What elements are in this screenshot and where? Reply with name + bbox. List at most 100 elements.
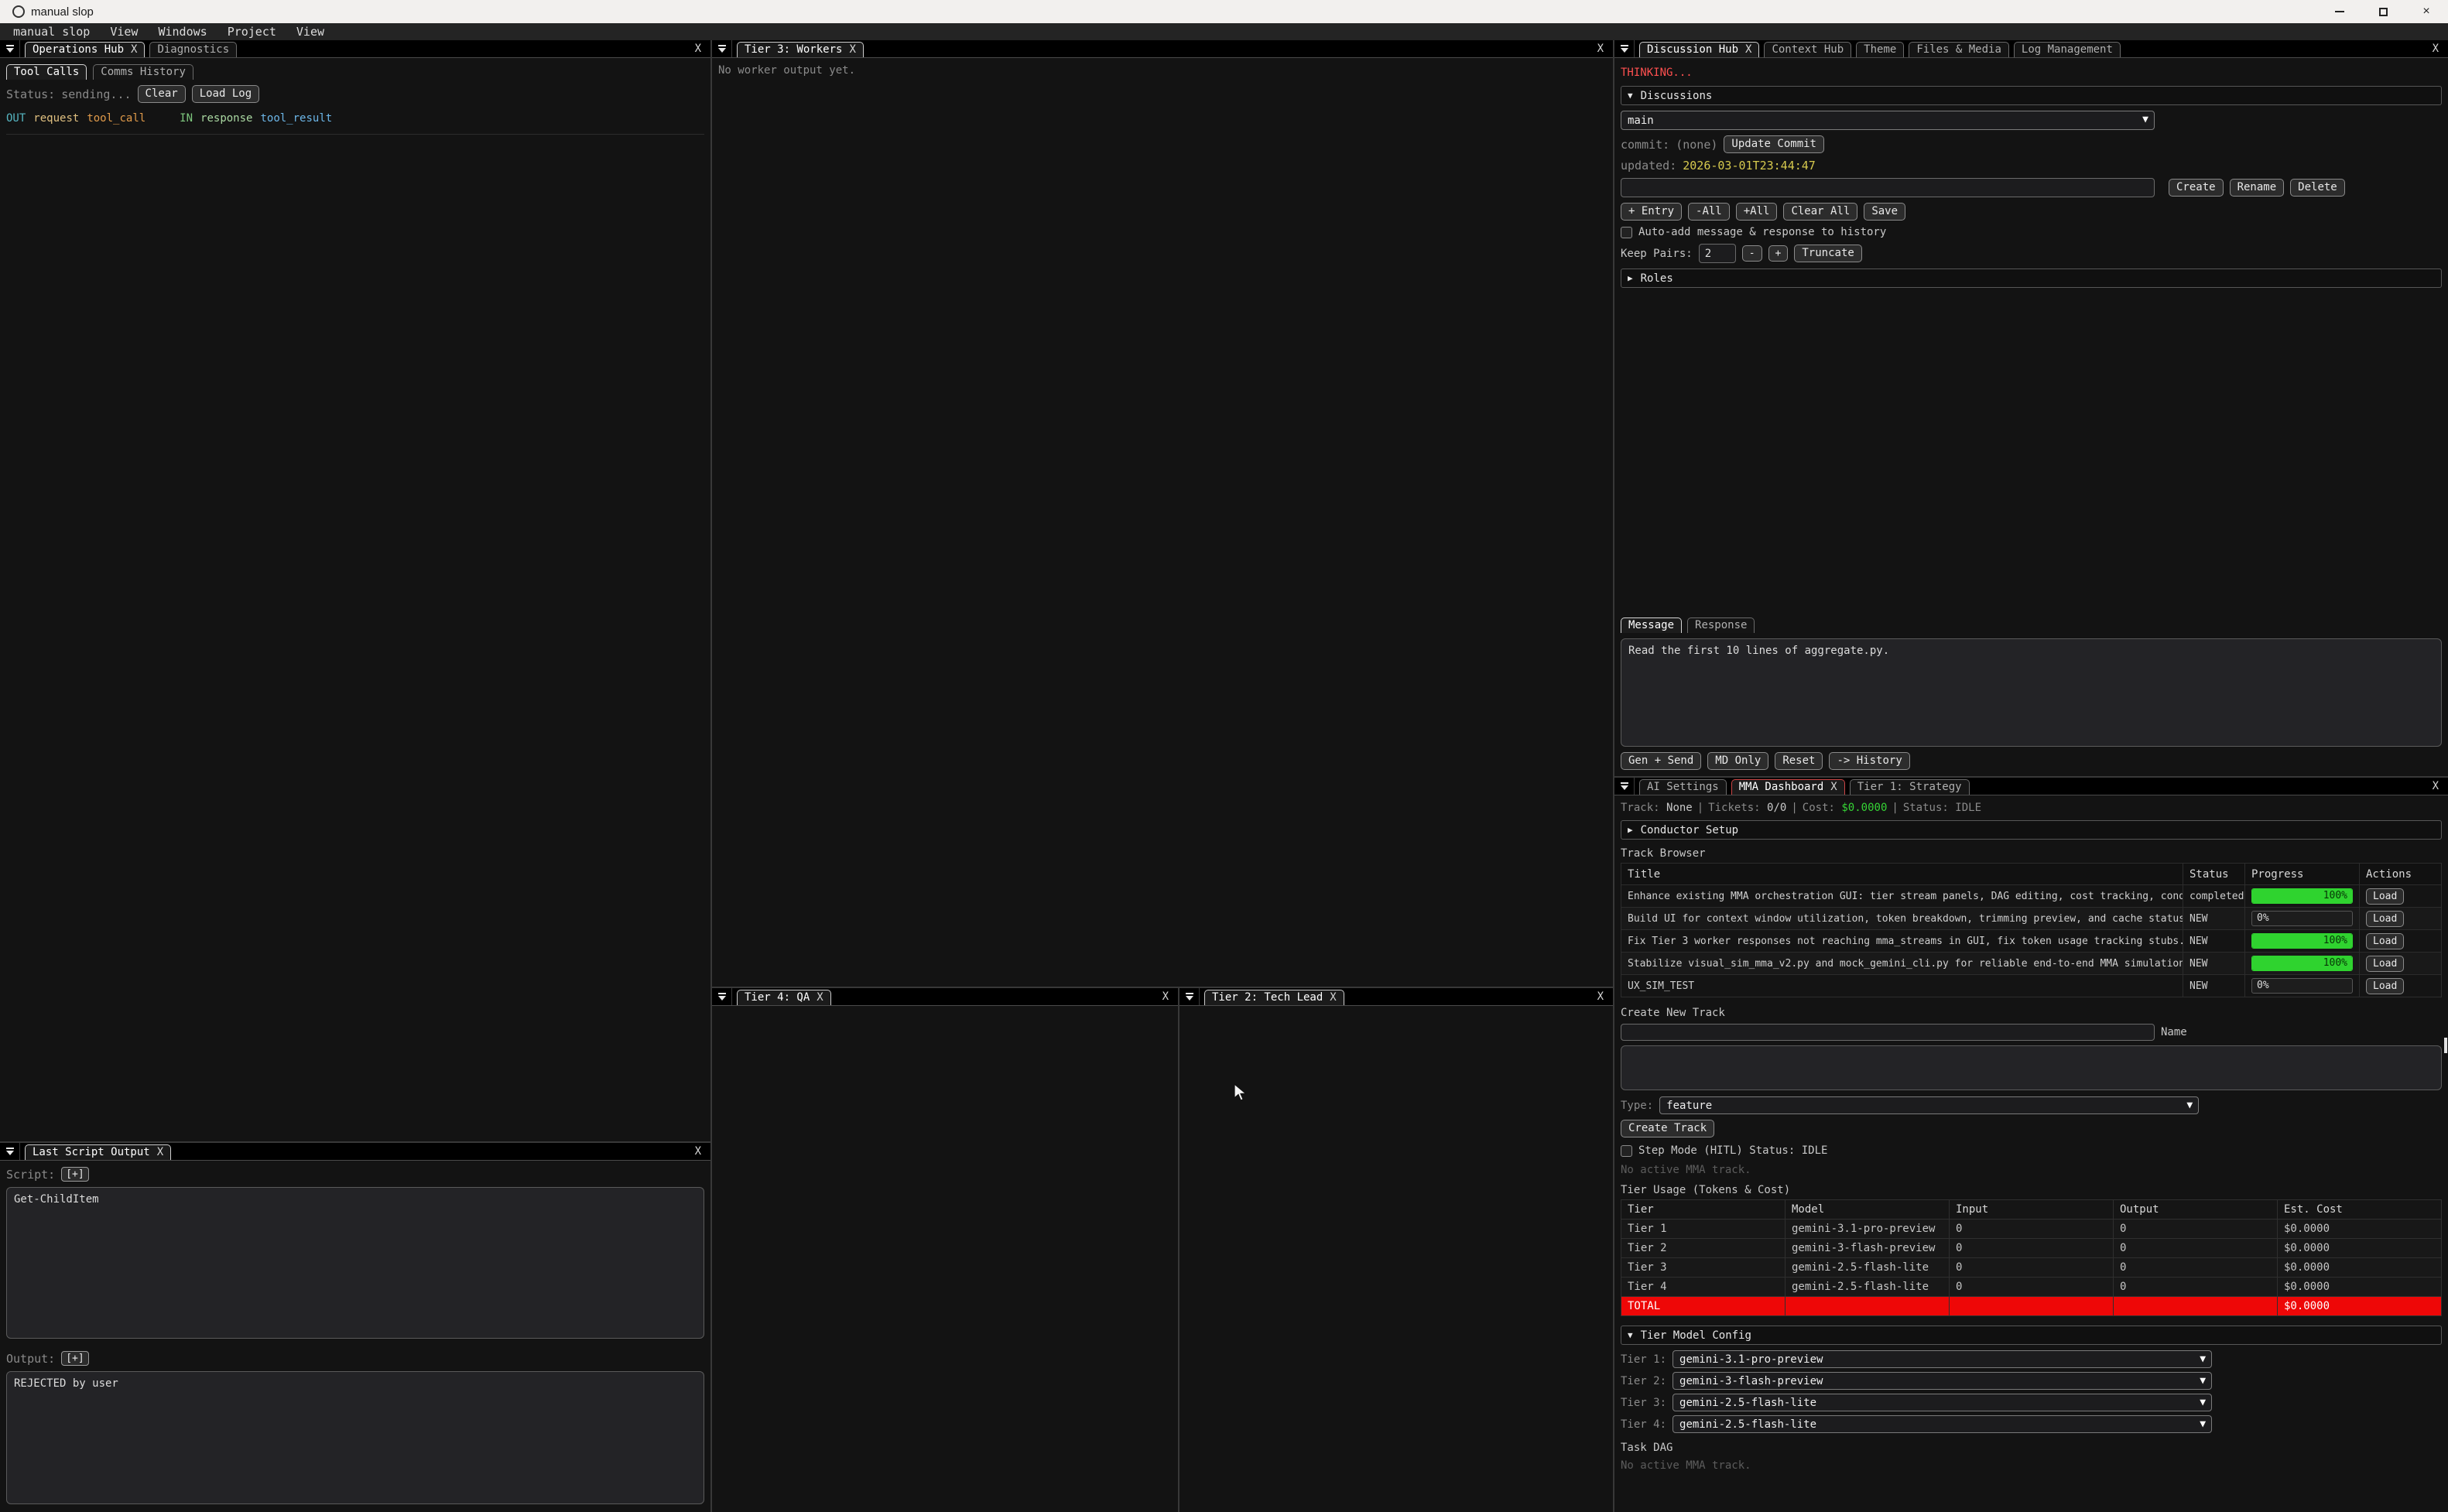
panel-close-icon[interactable]: X — [1597, 990, 1604, 1003]
panel-menu-icon[interactable] — [1614, 778, 1635, 795]
panel-menu-icon[interactable] — [712, 40, 732, 57]
maximize-button[interactable] — [2361, 0, 2405, 23]
panel-menu-icon[interactable] — [1614, 40, 1635, 57]
app-icon — [12, 5, 25, 18]
autoadd-checkbox[interactable] — [1621, 227, 1632, 238]
roles-section-header[interactable]: ▶ Roles — [1621, 269, 2442, 288]
menu-item-windows[interactable]: Windows — [148, 25, 217, 39]
tab-close-icon[interactable]: X — [1330, 991, 1336, 1004]
to-history-button[interactable]: -> History — [1829, 752, 1909, 770]
load-track-button[interactable]: Load — [2366, 911, 2404, 927]
tier1-model-select[interactable]: gemini-3.1-pro-preview ▼ — [1673, 1350, 2212, 1368]
load-log-button[interactable]: Load Log — [192, 85, 259, 103]
panel-menu-icon[interactable] — [1179, 988, 1200, 1005]
tab-theme[interactable]: Theme — [1856, 42, 1904, 57]
tab-tier3-workers[interactable]: Tier 3: Workers X — [737, 42, 864, 57]
panel-menu-icon[interactable] — [0, 1143, 20, 1160]
tab-tier4-qa[interactable]: Tier 4: QA X — [737, 990, 831, 1005]
tab-tool-calls[interactable]: Tool Calls — [6, 64, 87, 80]
rename-button[interactable]: Rename — [2230, 179, 2285, 197]
tab-discussion-hub[interactable]: Discussion Hub X — [1639, 42, 1759, 57]
track-status: NEW — [2183, 930, 2245, 953]
panel-close-icon[interactable]: X — [1162, 990, 1169, 1003]
tab-close-icon[interactable]: X — [817, 991, 823, 1004]
tab-context-hub[interactable]: Context Hub — [1764, 42, 1851, 57]
tier3-model-select[interactable]: gemini-2.5-flash-lite ▼ — [1673, 1394, 2212, 1411]
script-expand-button[interactable]: [+] — [61, 1167, 88, 1182]
tab-files-media[interactable]: Files & Media — [1909, 42, 2009, 57]
output-textarea[interactable]: REJECTED by user — [6, 1371, 704, 1504]
discussion-name-input[interactable] — [1621, 178, 2155, 197]
create-track-button[interactable]: Create Track — [1621, 1120, 1714, 1137]
reset-button[interactable]: Reset — [1775, 752, 1823, 770]
tab-ai-settings[interactable]: AI Settings — [1639, 779, 1727, 795]
load-track-button[interactable]: Load — [2366, 978, 2404, 994]
load-track-button[interactable]: Load — [2366, 933, 2404, 949]
panel-close-icon[interactable]: X — [695, 1145, 701, 1158]
discussion-select[interactable]: main ▼ — [1621, 111, 2155, 130]
table-row: Fix Tier 3 worker responses not reaching… — [1621, 930, 2442, 953]
tab-operations-hub[interactable]: Operations Hub X — [25, 42, 145, 57]
close-button[interactable]: × — [2405, 0, 2448, 23]
scrollbar-thumb[interactable] — [2444, 1038, 2447, 1053]
track-name-input[interactable] — [1621, 1024, 2155, 1041]
operations-hub-tabbar: Operations Hub X Diagnostics X — [0, 40, 710, 58]
save-button[interactable]: Save — [1864, 203, 1905, 221]
gen-send-button[interactable]: Gen + Send — [1621, 752, 1701, 770]
operations-hub-panel: Operations Hub X Diagnostics X Tool Call… — [0, 40, 710, 1141]
message-textarea[interactable]: Read the first 10 lines of aggregate.py. — [1621, 638, 2442, 747]
tab-diagnostics[interactable]: Diagnostics — [149, 42, 237, 57]
tab-tier1-strategy[interactable]: Tier 1: Strategy — [1850, 779, 1970, 795]
panel-close-icon[interactable]: X — [1597, 43, 1604, 55]
increment-button[interactable]: + — [1768, 245, 1789, 262]
tickets-value: 0/0 — [1767, 802, 1786, 814]
minimize-button[interactable] — [2318, 0, 2361, 23]
tab-close-icon[interactable]: X — [1745, 43, 1751, 56]
tab-message[interactable]: Message — [1621, 617, 1682, 633]
tab-close-icon[interactable]: X — [131, 43, 137, 56]
tier4-model-select[interactable]: gemini-2.5-flash-lite ▼ — [1673, 1415, 2212, 1433]
tab-response[interactable]: Response — [1687, 617, 1755, 633]
delete-button[interactable]: Delete — [2290, 179, 2345, 197]
expand-all-button[interactable]: +All — [1736, 203, 1778, 221]
panel-menu-icon[interactable] — [0, 40, 20, 57]
menu-item-project[interactable]: Project — [217, 25, 286, 39]
keep-pairs-input[interactable] — [1699, 244, 1736, 263]
track-type-select[interactable]: feature ▼ — [1659, 1096, 2199, 1114]
load-track-button[interactable]: Load — [2366, 956, 2404, 972]
add-entry-button[interactable]: + Entry — [1621, 203, 1682, 221]
panel-menu-icon[interactable] — [712, 988, 732, 1005]
collapse-all-button[interactable]: -All — [1688, 203, 1730, 221]
load-track-button[interactable]: Load — [2366, 888, 2404, 905]
tab-last-script-output[interactable]: Last Script Output X — [25, 1144, 171, 1160]
discussions-section-header[interactable]: ▼ Discussions — [1621, 86, 2442, 105]
script-textarea[interactable]: Get-ChildItem — [6, 1187, 704, 1339]
tab-tier2-tech-lead[interactable]: Tier 2: Tech Lead X — [1204, 990, 1344, 1005]
tab-close-icon[interactable]: X — [849, 43, 855, 56]
track-description-textarea[interactable] — [1621, 1045, 2442, 1090]
panel-close-icon[interactable]: X — [2433, 43, 2439, 55]
tab-close-icon[interactable]: X — [1830, 781, 1837, 793]
create-button[interactable]: Create — [2169, 179, 2224, 197]
panel-close-icon[interactable]: X — [2433, 780, 2439, 792]
menu-item-manual-slop[interactable]: manual slop — [0, 25, 100, 39]
conductor-setup-header[interactable]: ▶ Conductor Setup — [1621, 820, 2442, 840]
clear-button[interactable]: Clear — [138, 85, 186, 103]
tab-log-management[interactable]: Log Management — [2014, 42, 2121, 57]
menu-item-view-2[interactable]: View — [286, 25, 334, 39]
tab-comms-history[interactable]: Comms History — [93, 64, 193, 80]
truncate-button[interactable]: Truncate — [1794, 245, 1861, 262]
menu-item-view[interactable]: View — [100, 25, 148, 39]
tab-mma-dashboard[interactable]: MMA Dashboard X — [1731, 779, 1845, 795]
update-commit-button[interactable]: Update Commit — [1724, 135, 1824, 153]
step-mode-checkbox[interactable] — [1621, 1145, 1632, 1157]
tier2-model-select[interactable]: gemini-3-flash-preview ▼ — [1673, 1372, 2212, 1390]
tier-model-config-header[interactable]: ▼ Tier Model Config — [1621, 1326, 2442, 1345]
panel-close-icon[interactable]: X — [695, 43, 701, 55]
track-title: UX_SIM_TEST — [1621, 975, 2183, 997]
output-expand-button[interactable]: [+] — [61, 1351, 88, 1366]
md-only-button[interactable]: MD Only — [1707, 752, 1768, 770]
decrement-button[interactable]: - — [1742, 245, 1762, 262]
tab-close-icon[interactable]: X — [157, 1146, 163, 1158]
clear-all-button[interactable]: Clear All — [1783, 203, 1857, 221]
